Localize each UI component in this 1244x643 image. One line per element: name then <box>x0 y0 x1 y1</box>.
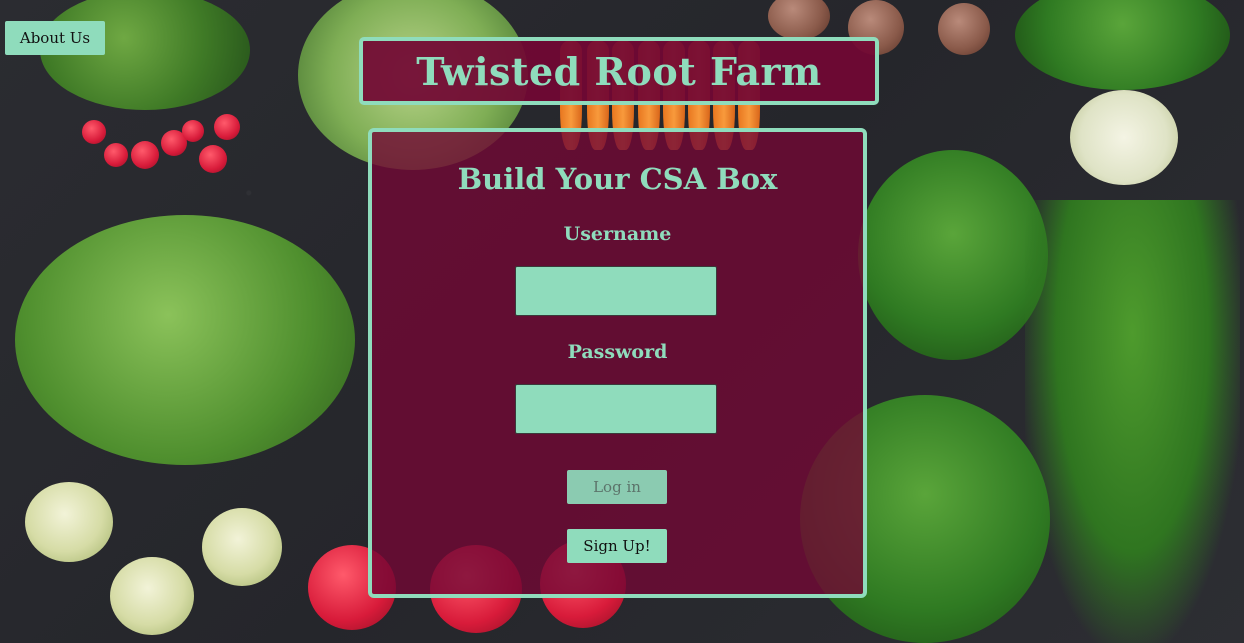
turnip <box>25 482 113 562</box>
password-label: Password <box>567 341 668 363</box>
page-title: Twisted Root Farm <box>416 48 822 94</box>
parsley <box>858 150 1048 360</box>
password-input[interactable] <box>515 384 717 434</box>
radish <box>104 143 128 167</box>
username-label: Username <box>563 223 672 245</box>
panel-heading: Build Your CSA Box <box>457 162 778 196</box>
username-input[interactable] <box>515 266 717 316</box>
spinach <box>15 215 355 465</box>
login-button[interactable]: Log in <box>567 470 667 504</box>
fennel-fronds <box>1015 0 1230 90</box>
radish <box>82 120 106 144</box>
radish <box>131 141 159 169</box>
radish-greens <box>40 0 250 110</box>
title-banner: Twisted Root Farm <box>359 37 879 105</box>
radish <box>182 120 204 142</box>
login-panel: Build Your CSA Box Username Password Log… <box>368 128 867 598</box>
turnip <box>110 557 194 635</box>
dill <box>1025 200 1240 643</box>
radish <box>214 114 240 140</box>
fennel-bulb <box>1070 90 1178 185</box>
turnip <box>202 508 282 586</box>
beet <box>938 3 990 55</box>
signup-button[interactable]: Sign Up! <box>567 529 667 563</box>
about-us-button[interactable]: About Us <box>5 21 105 55</box>
beet <box>768 0 830 40</box>
radish <box>199 145 227 173</box>
